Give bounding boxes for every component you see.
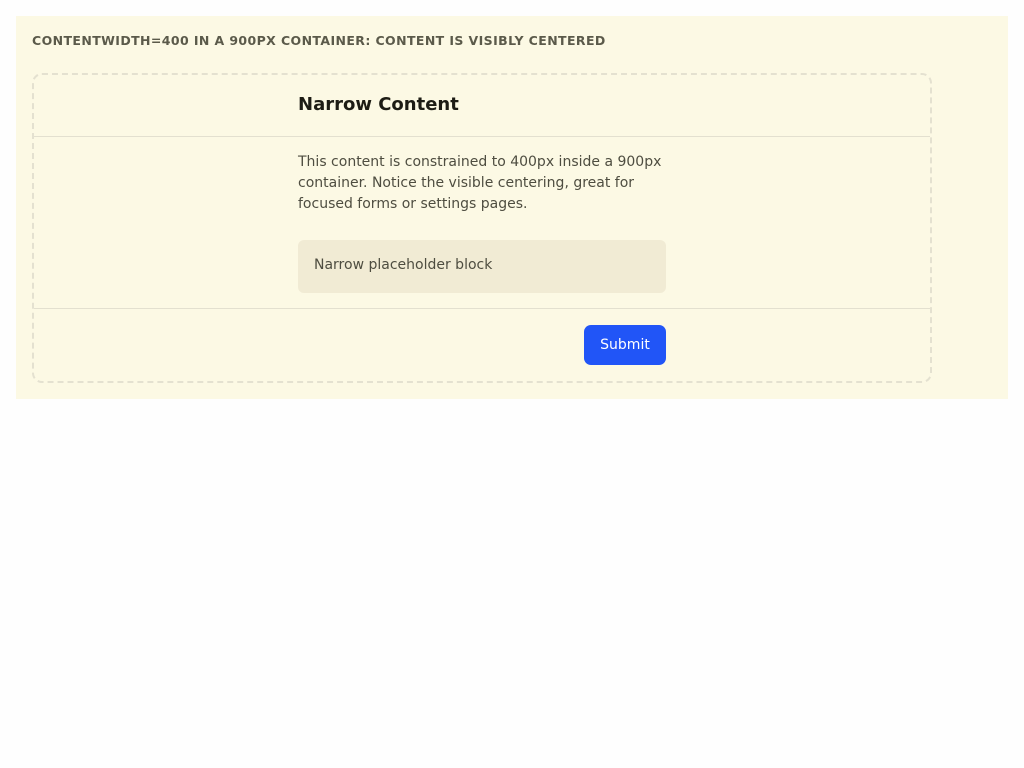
demo-stage: CONTENTWIDTH=400 IN A 900PX CONTAINER: C… — [16, 16, 1008, 399]
description-text: This content is constrained to 400px ins… — [298, 154, 662, 212]
content-container: Narrow Content This content is constrain… — [32, 73, 932, 383]
placeholder-label: Narrow placeholder block — [314, 257, 493, 273]
submit-button[interactable]: Submit — [584, 325, 666, 365]
card-body: This content is constrained to 400px ins… — [34, 137, 930, 309]
placeholder-block: Narrow placeholder block — [298, 240, 666, 293]
card-header: Narrow Content — [34, 75, 930, 137]
demo-caption: CONTENTWIDTH=400 IN A 900PX CONTAINER: C… — [32, 33, 606, 48]
card-footer: Submit — [34, 309, 930, 381]
page-title: Narrow Content — [298, 94, 459, 115]
